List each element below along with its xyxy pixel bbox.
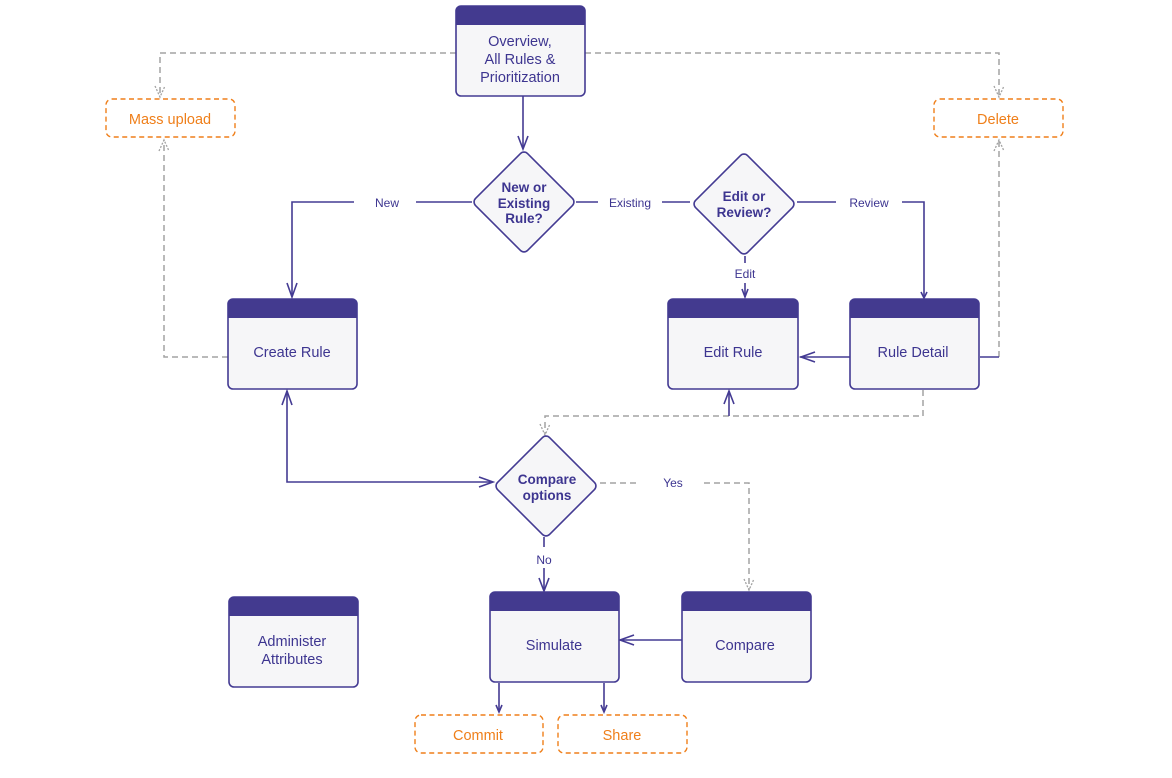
node-simulate-label: Simulate (526, 638, 582, 654)
node-overview[interactable]: Overview, All Rules & Prioritization (455, 5, 586, 97)
edge-overview-to-delete (585, 52, 1000, 97)
node-edit-rule-label: Edit Rule (704, 345, 763, 361)
action-commit[interactable]: Commit (414, 714, 544, 754)
solid-connectors (281, 96, 999, 715)
node-overview-line-2: All Rules & (485, 52, 556, 68)
node-create-rule-header-bar (228, 299, 357, 318)
edge-label-no: No (536, 553, 552, 567)
node-compare-header-bar (682, 592, 811, 611)
edge-label-existing: Existing (609, 196, 651, 210)
action-share-label: Share (603, 728, 642, 744)
edge-rule-detail-to-compare-options (544, 390, 924, 434)
node-administer-attributes-line-1: Administer (258, 634, 327, 650)
node-create-rule-label: Create Rule (253, 345, 330, 361)
edge-label-edit: Edit (735, 267, 756, 281)
node-overview-line-3: Prioritization (480, 70, 560, 86)
node-edit-rule-header-bar (668, 299, 798, 318)
decision-new-or-existing-line-3: Rule? (505, 211, 543, 226)
decision-edit-or-review[interactable]: Edit or Review? (692, 152, 796, 256)
action-share[interactable]: Share (557, 714, 688, 754)
edge-label-yes: Yes (663, 476, 683, 490)
decision-compare-options-line-2: options (523, 488, 572, 503)
node-rule-detail-header-bar (850, 299, 979, 318)
decision-edit-or-review-diamond (693, 153, 795, 255)
node-administer-attributes-line-2: Attributes (261, 652, 322, 668)
flow-diagram: New Existing Review Edit Yes No Overview… (105, 5, 1064, 754)
edge-label-review: Review (849, 196, 889, 210)
edge-new-b (291, 201, 354, 296)
edge-create-rule-compare-options (286, 391, 492, 483)
decision-compare-options-line-1: Compare (518, 472, 577, 487)
node-simulate-header-bar (490, 592, 619, 611)
action-commit-label: Commit (453, 728, 503, 744)
edge-labels: New Existing Review Edit Yes No (375, 196, 889, 567)
node-overview-line-1: Overview, (488, 34, 552, 50)
edge-create-rule-to-mass-upload (163, 140, 228, 358)
edge-compare-options-yes-b (704, 482, 750, 590)
decision-new-or-existing-line-1: New or (501, 180, 547, 195)
node-create-rule[interactable]: Create Rule (227, 298, 358, 390)
node-simulate[interactable]: Simulate (489, 591, 620, 683)
decision-edit-or-review-line-1: Edit or (723, 189, 766, 204)
edge-overview-to-mass-upload (159, 52, 456, 97)
action-mass-upload-label: Mass upload (129, 112, 211, 128)
decision-new-or-existing[interactable]: New or Existing Rule? (472, 150, 576, 254)
node-overview-header-bar (456, 6, 585, 25)
node-rule-detail[interactable]: Rule Detail (849, 298, 980, 390)
node-administer-attributes-header-bar (229, 597, 358, 616)
decision-new-or-existing-line-2: Existing (498, 196, 551, 211)
node-rule-detail-label: Rule Detail (878, 345, 949, 361)
node-compare[interactable]: Compare (681, 591, 812, 683)
decision-compare-options[interactable]: Compare options (494, 434, 598, 538)
node-administer-attributes[interactable]: Administer Attributes (228, 596, 359, 688)
action-delete[interactable]: Delete (933, 98, 1064, 138)
action-delete-label: Delete (977, 112, 1019, 128)
action-mass-upload[interactable]: Mass upload (105, 98, 236, 138)
node-compare-label: Compare (715, 638, 775, 654)
edge-label-new: New (375, 196, 399, 210)
node-edit-rule[interactable]: Edit Rule (667, 298, 799, 390)
edge-review-b (902, 201, 925, 297)
decision-edit-or-review-line-2: Review? (717, 205, 772, 220)
